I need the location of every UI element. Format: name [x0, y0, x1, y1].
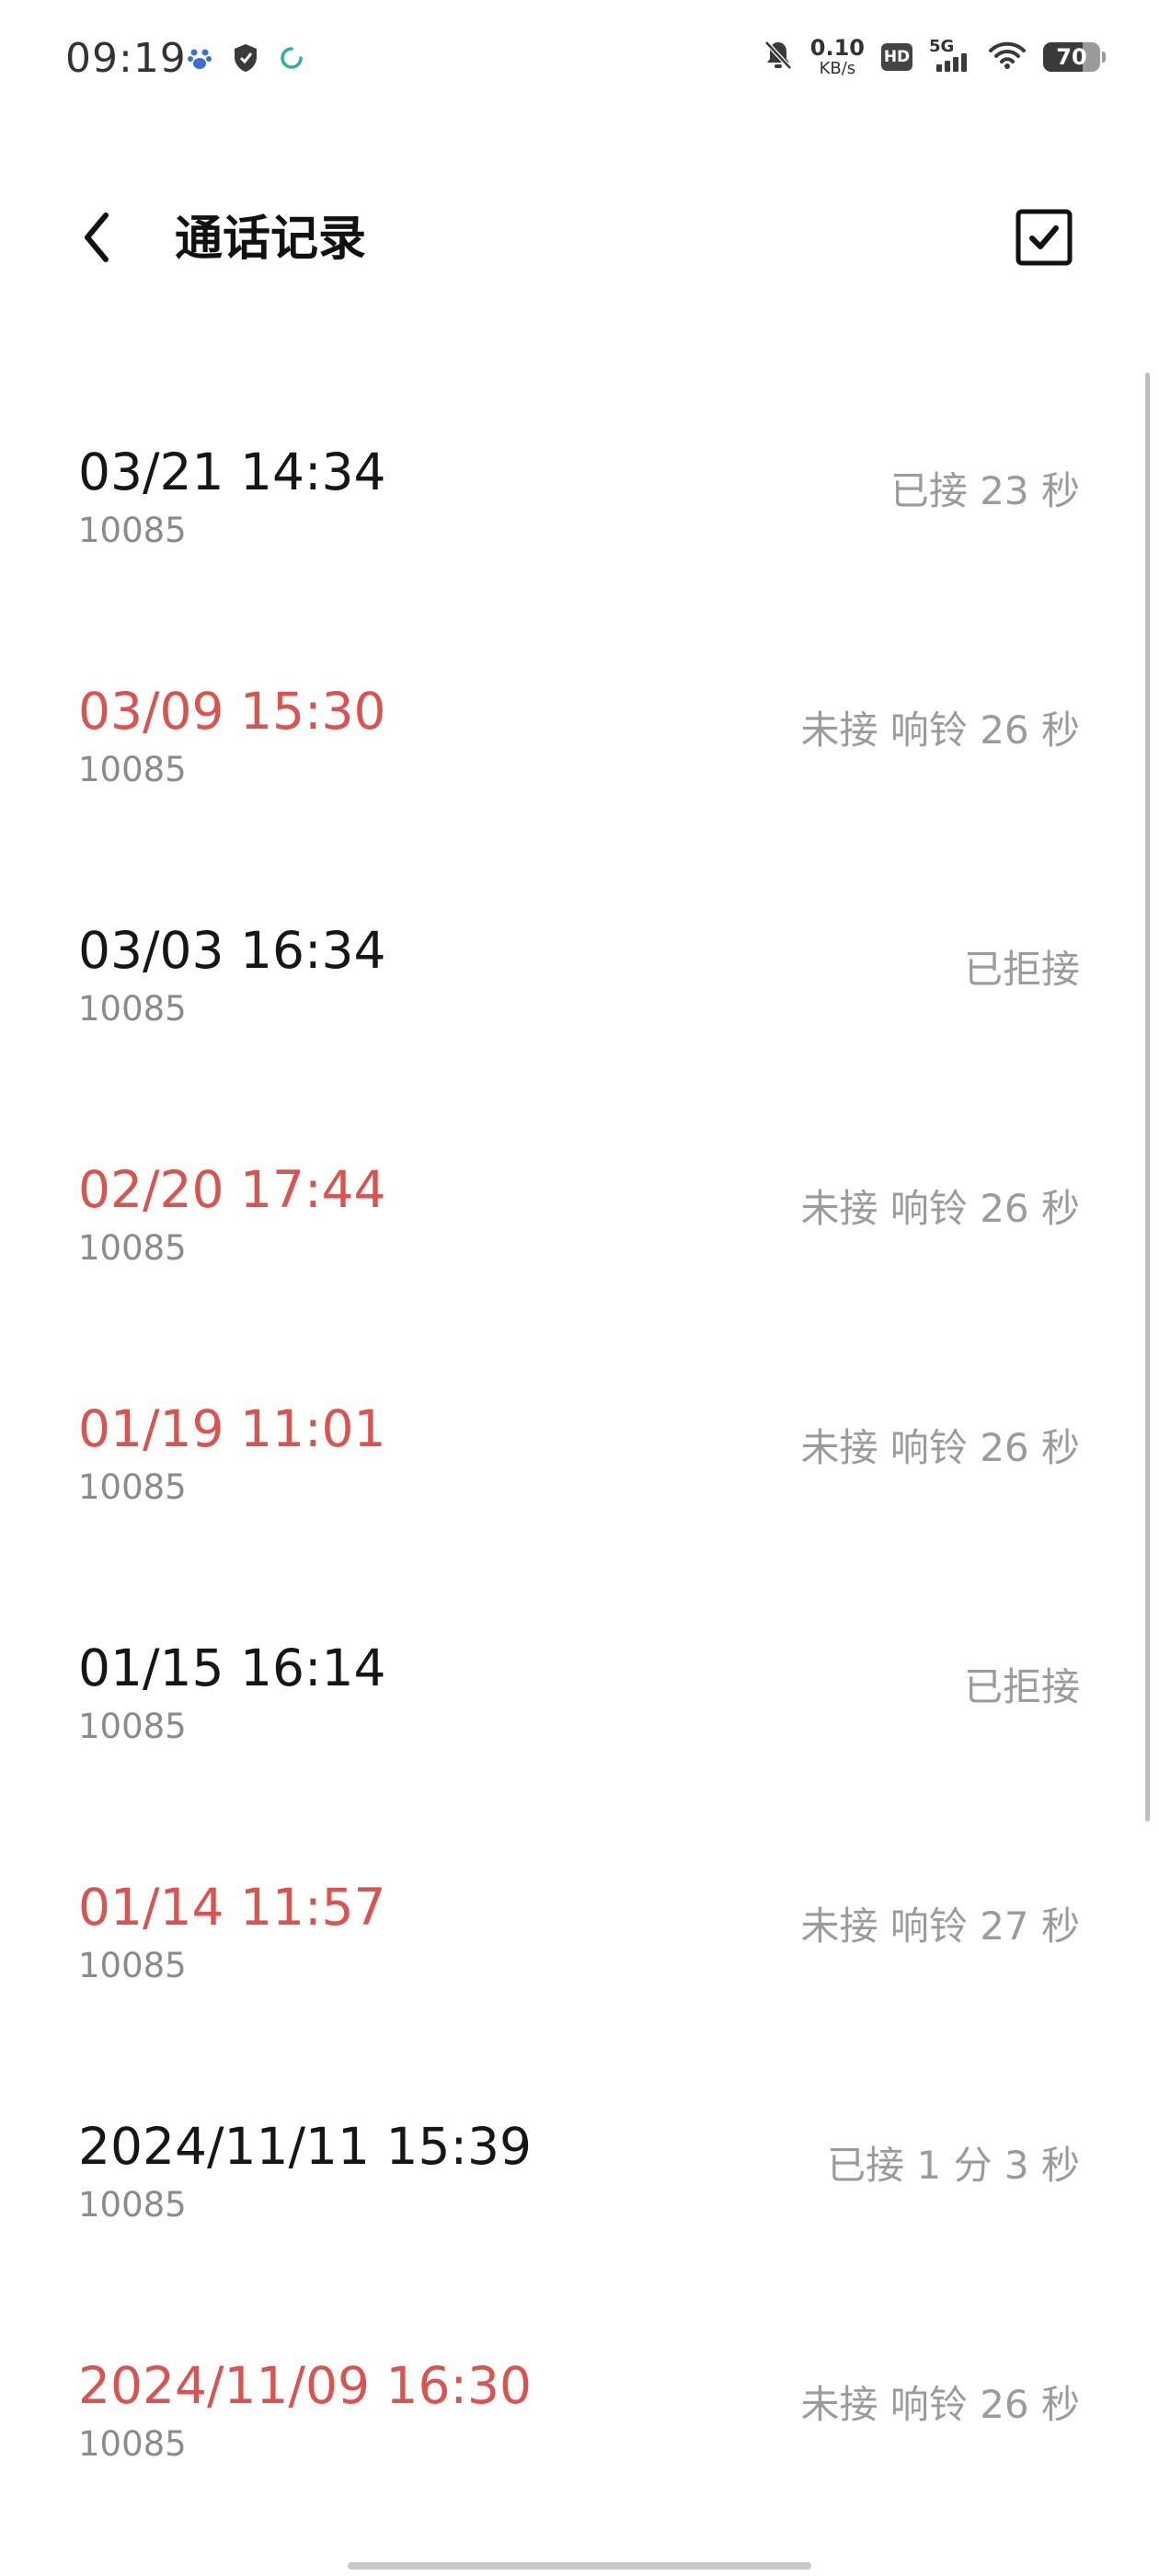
- call-log-row[interactable]: 03/21 14:34 10085 已接 23 秒: [0, 396, 1159, 635]
- call-time: 2024/11/09 16:30: [78, 2356, 532, 2415]
- call-log-row[interactable]: 03/09 15:30 10085 未接 响铃 26 秒: [0, 635, 1159, 874]
- net-speed: 0.10 KB/s: [810, 37, 865, 77]
- call-status: 已接 23 秒: [889, 468, 1080, 513]
- call-log-row[interactable]: 01/19 11:01 10085 未接 响铃 26 秒: [0, 1352, 1159, 1592]
- status-left-icons: [186, 42, 305, 77]
- bell-off-icon: [763, 39, 794, 75]
- call-status: 已接 1 分 3 秒: [827, 2143, 1080, 2188]
- select-mode-button[interactable]: [1012, 207, 1076, 271]
- chevron-left-icon: [78, 210, 115, 269]
- call-log-row[interactable]: 03/03 16:34 10085 已拒接: [0, 874, 1159, 1113]
- signal-5g-icon: 5G: [929, 37, 971, 74]
- call-number: 10085: [78, 1707, 187, 1746]
- shield-check-icon: [232, 42, 259, 77]
- app-header: 通话记录: [0, 179, 1159, 299]
- call-status: 已拒接: [963, 1664, 1080, 1709]
- call-time: 01/19 11:01: [78, 1399, 386, 1458]
- call-status: 未接 响铃 26 秒: [800, 1186, 1081, 1231]
- hd-icon: HD: [881, 43, 912, 71]
- call-time: 02/20 17:44: [78, 1160, 386, 1219]
- sync-ring-icon: [278, 44, 305, 75]
- call-time: 03/09 15:30: [78, 682, 386, 741]
- status-time: 09:19: [65, 35, 187, 82]
- call-log-row[interactable]: 02/20 17:44 10085 未接 响铃 26 秒: [0, 1113, 1159, 1352]
- call-time: 2024/11/11 15:39: [78, 2117, 532, 2176]
- call-log-row[interactable]: 01/14 11:57 10085 未接 响铃 27 秒: [0, 1831, 1159, 2070]
- home-indicator[interactable]: [348, 2562, 811, 2570]
- call-number: 10085: [78, 750, 187, 789]
- page-title: 通话记录: [175, 212, 367, 267]
- call-number: 10085: [78, 2185, 187, 2225]
- call-status: 未接 响铃 26 秒: [800, 707, 1081, 753]
- call-log-list: 03/21 14:34 10085 已接 23 秒 03/09 15:30 10…: [0, 396, 1159, 2548]
- call-log-row[interactable]: 2024/11/11 15:39 10085 已接 1 分 3 秒: [0, 2070, 1159, 2309]
- battery-icon: 70: [1043, 42, 1106, 72]
- back-button[interactable]: [64, 207, 129, 271]
- call-status: 未接 响铃 26 秒: [800, 2382, 1081, 2427]
- status-right-icons: 0.10 KB/s HD 5G 70: [763, 37, 1106, 77]
- net-speed-unit: KB/s: [819, 59, 856, 78]
- scrollbar[interactable]: [1145, 373, 1150, 1822]
- call-log-row[interactable]: 01/15 16:14 10085 已拒接: [0, 1592, 1159, 1831]
- call-number: 10085: [78, 1228, 187, 1268]
- call-status: 已拒接: [963, 947, 1080, 992]
- net-speed-value: 0.10: [809, 35, 865, 61]
- call-number: 10085: [78, 511, 187, 550]
- call-time: 01/14 11:57: [78, 1878, 386, 1937]
- call-time: 01/15 16:14: [78, 1639, 386, 1697]
- call-time: 03/21 14:34: [78, 443, 386, 501]
- status-bar: 09:19 0.10 KB/s HD 5G 70: [0, 0, 1159, 124]
- call-status: 未接 响铃 27 秒: [800, 1903, 1081, 1949]
- battery-level: 70: [1056, 44, 1087, 70]
- call-number: 10085: [78, 2424, 187, 2464]
- baidu-paw-icon: [186, 44, 213, 75]
- call-log-row[interactable]: 2024/11/09 16:30 10085 未接 响铃 26 秒: [0, 2309, 1159, 2548]
- wifi-icon: [988, 40, 1027, 74]
- battery-cap: [1102, 52, 1106, 63]
- call-number: 10085: [78, 1946, 187, 1985]
- call-number: 10085: [78, 1467, 187, 1507]
- call-number: 10085: [78, 989, 187, 1029]
- call-status: 未接 响铃 26 秒: [800, 1425, 1081, 1470]
- call-time: 03/03 16:34: [78, 921, 386, 980]
- checkbox-checked-icon: [1015, 208, 1073, 270]
